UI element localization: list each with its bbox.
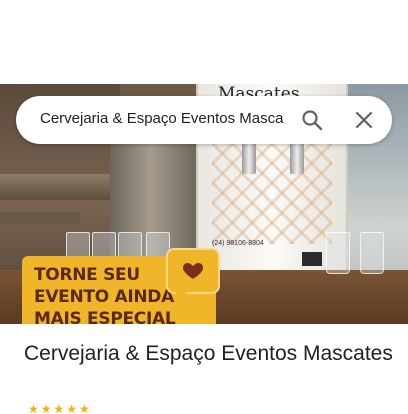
search-input[interactable]: Cervejaria & Espaço Eventos Masca [40, 110, 295, 130]
promo-banner: TORNE SEU EVENTO AINDA MAIS ESPECIAL [22, 248, 220, 324]
search-icon[interactable] [300, 108, 324, 132]
glass [360, 232, 384, 274]
place-title: Cervejaria & Espaço Eventos Mascates [24, 342, 393, 365]
photo-bench-lower [0, 212, 80, 226]
heart-bubble [166, 248, 220, 302]
close-icon[interactable] [352, 108, 376, 132]
phone-text: (24) 98106-8304 [212, 240, 264, 247]
top-blank-area [0, 0, 408, 84]
star-icon: ★★★★★ [28, 402, 92, 414]
photo-bench [0, 174, 115, 200]
heart-icon [182, 263, 204, 279]
rating-stars: ★★★★★ [28, 400, 92, 414]
glass [326, 232, 350, 274]
promo-text: TORNE SEU EVENTO AINDA MAIS ESPECIAL [34, 264, 184, 324]
dispenser-pattern [212, 144, 332, 244]
promo-line: TORNE SEU [34, 265, 140, 285]
promo-line: MAIS ESPECIAL [34, 309, 176, 324]
promo-line: EVENTO AINDA [34, 287, 174, 307]
search-bar[interactable]: Cervejaria & Espaço Eventos Masca [16, 96, 392, 144]
photo-box [302, 252, 322, 266]
